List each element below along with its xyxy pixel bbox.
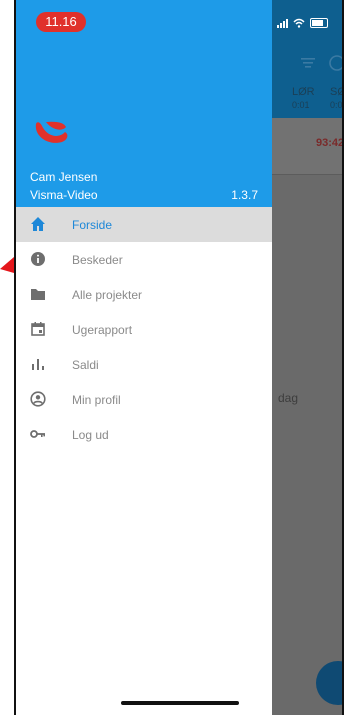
drawer-menu: Forside Beskeder Alle projekter Ugerappo… (16, 207, 272, 452)
menu-item-alle-projekter[interactable]: Alle projekter (16, 277, 272, 312)
day-label-sun: SØ (330, 86, 342, 98)
day-sub-sat: 0:01 (292, 100, 310, 110)
pointer-arrow-icon (0, 257, 14, 273)
home-indicator[interactable] (121, 701, 239, 705)
refresh-icon[interactable] (328, 54, 344, 72)
bar-chart-icon (30, 356, 46, 372)
wifi-icon (293, 18, 305, 28)
day-label-sat: LØR (292, 86, 315, 98)
status-time: 11.16 (36, 12, 86, 32)
menu-item-log-ud[interactable]: Log ud (16, 417, 272, 452)
user-name: Cam Jensen (30, 170, 98, 184)
visma-logo (35, 121, 68, 143)
menu-label: Beskeder (72, 252, 123, 267)
drawer-header: 11.16 Cam Jensen Visma-Video 1.3.7 (16, 0, 272, 207)
background-side-text: dag (278, 391, 299, 405)
battery-icon (310, 18, 328, 28)
status-icons (277, 18, 328, 28)
menu-item-ugerapport[interactable]: Ugerapport (16, 312, 272, 347)
menu-item-saldi[interactable]: Saldi (16, 347, 272, 382)
signal-icon (277, 19, 288, 28)
app-version: 1.3.7 (231, 188, 258, 202)
menu-item-forside[interactable]: Forside (16, 207, 272, 242)
key-icon (30, 426, 46, 442)
menu-label: Forside (72, 217, 113, 232)
day-sub-sun: 0:0 (330, 100, 343, 110)
info-icon (30, 251, 46, 267)
menu-label: Saldi (72, 357, 99, 372)
home-icon (30, 216, 46, 232)
menu-item-min-profil[interactable]: Min profil (16, 382, 272, 417)
folder-icon (30, 286, 46, 302)
menu-label: Log ud (72, 427, 109, 442)
calendar-icon (30, 321, 46, 337)
menu-label: Alle projekter (72, 287, 143, 302)
account-icon (30, 391, 46, 407)
app-name: Visma-Video (30, 188, 98, 202)
filter-icon[interactable] (301, 58, 315, 68)
menu-label: Ugerapport (72, 322, 133, 337)
menu-label: Min profil (72, 392, 121, 407)
hours-value: 93:42 (316, 137, 344, 149)
menu-item-beskeder[interactable]: Beskeder (16, 242, 272, 277)
phone-screen: LØR 0:01 SØ 0:0 93:42 dag 11.16 Cam Jens… (14, 0, 344, 715)
navigation-drawer: 11.16 Cam Jensen Visma-Video 1.3.7 Forsi… (16, 0, 272, 715)
